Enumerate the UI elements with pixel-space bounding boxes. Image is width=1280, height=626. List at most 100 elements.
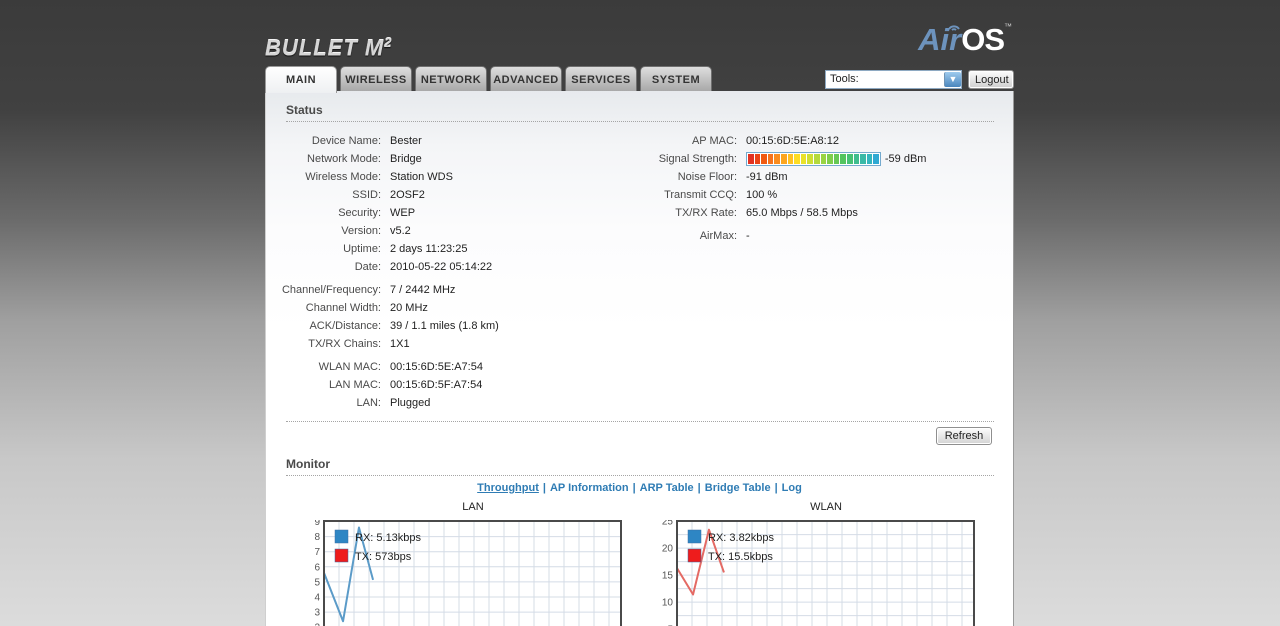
y-axis-tick: 9 <box>314 520 320 528</box>
status-fields: Device Name: Bester Network Mode: Bridge Wir… <box>266 132 1013 417</box>
signal-bar-segment <box>873 154 879 165</box>
status-row: WLAN MAC: 00:15:6D:5E:A7:54 <box>266 358 641 376</box>
status-section-title: Status <box>286 103 323 117</box>
field-value: 20 MHz <box>390 302 428 314</box>
field-value: 2 days 11:23:25 <box>390 243 468 255</box>
field-value: Plugged <box>390 397 431 409</box>
status-separator <box>286 121 994 122</box>
status-left-column: Device Name: Bester Network Mode: Bridge Wir… <box>266 132 641 417</box>
signal-bar-segment <box>800 154 807 165</box>
status-row: TX/RX Chains: 1X1 <box>266 335 641 353</box>
y-axis-tick: 10 <box>662 598 674 609</box>
field-group: Channel/Frequency: 7 / 2442 MHz Channel Wi… <box>266 281 641 353</box>
field-label: Version: <box>341 225 381 237</box>
field-value: 2010-05-22 05:14:22 <box>390 261 493 273</box>
field-label: Transmit CCQ: <box>664 189 737 201</box>
status-row: AP MAC: 00:15:6D:5E:A8:12 <box>641 132 1013 150</box>
field-label: ACK/Distance: <box>309 320 381 332</box>
link-separator: | <box>542 482 546 494</box>
field-label: LAN MAC: <box>329 379 381 391</box>
tab-network[interactable]: NETWORK <box>415 66 487 92</box>
status-row: Channel/Frequency: 7 / 2442 MHz <box>266 281 641 299</box>
status-row: Version: v5.2 <box>266 222 641 240</box>
tab-main[interactable]: MAIN <box>265 66 337 93</box>
chart-lan: LAN98765432RX: 5.13kbpsTX: 573bps <box>299 500 623 626</box>
field-value: 00:15:6D:5E:A7:54 <box>390 361 483 373</box>
y-axis-tick: 3 <box>314 608 320 619</box>
toolbar: Tools: ▼ Logout <box>825 70 1014 89</box>
tab-services[interactable]: SERVICES <box>565 66 637 92</box>
legend-swatch <box>334 529 349 544</box>
legend-swatch <box>687 529 702 544</box>
field-group: AP MAC: 00:15:6D:5E:A8:12 Signal Strength:… <box>641 132 1013 222</box>
field-label: Uptime: <box>343 243 381 255</box>
field-value: 7 / 2442 MHz <box>390 284 456 296</box>
status-row: LAN MAC: 00:15:6D:5F:A7:54 <box>266 376 641 394</box>
chevron-down-icon[interactable]: ▼ <box>944 72 961 87</box>
link-separator: | <box>774 482 778 494</box>
tab-system[interactable]: SYSTEM <box>640 66 712 92</box>
monitor-link-arp-table[interactable]: ARP Table <box>640 482 694 494</box>
status-row: AirMax: - <box>641 227 1013 245</box>
y-axis-tick: 5 <box>314 577 320 588</box>
tools-dropdown[interactable]: Tools: ▼ <box>825 70 962 89</box>
status-row: SSID: 2OSF2 <box>266 186 641 204</box>
y-axis-tick: 15 <box>662 571 674 582</box>
signal-bar-segment <box>846 154 853 165</box>
refresh-button[interactable]: Refresh <box>936 427 992 445</box>
status-row: Network Mode: Bridge <box>266 150 641 168</box>
field-label: AP MAC: <box>691 135 737 147</box>
signal-strength-indicator: -59 dBm <box>746 150 926 168</box>
logout-button[interactable]: Logout <box>968 70 1014 89</box>
airos-trademark: ™ <box>1004 22 1012 31</box>
y-axis-tick: 6 <box>314 562 320 573</box>
signal-bar-segment <box>787 154 794 165</box>
monitor-link-throughput[interactable]: Throughput <box>477 482 539 494</box>
field-label: LAN: <box>356 397 381 409</box>
monitor-link-ap-information[interactable]: AP Information <box>550 482 629 494</box>
legend-label: TX: 15.5kbps <box>708 551 773 563</box>
legend-swatch <box>334 548 349 563</box>
signal-bar-segment <box>860 154 866 165</box>
field-label: TX/RX Rate: <box>675 207 737 219</box>
status-row: Uptime: 2 days 11:23:25 <box>266 240 641 258</box>
signal-bar-segment <box>780 154 787 165</box>
field-label: WLAN MAC: <box>318 361 381 373</box>
field-value: WEP <box>390 207 416 219</box>
field-group: Device Name: Bester Network Mode: Bridge Wir… <box>266 132 641 276</box>
field-value: -91 dBm <box>746 171 788 183</box>
signal-bar-segment <box>774 154 780 165</box>
monitor-link-bridge-table[interactable]: Bridge Table <box>705 482 771 494</box>
field-value: - <box>746 230 750 242</box>
signal-bar-segment <box>820 154 827 165</box>
field-label: TX/RX Chains: <box>308 338 381 350</box>
link-separator: | <box>697 482 701 494</box>
signal-bar-segment <box>767 154 774 165</box>
status-right-column: AP MAC: 00:15:6D:5E:A8:12 Signal Strength:… <box>641 132 1013 417</box>
tab-advanced[interactable]: ADVANCED <box>490 66 562 92</box>
chart-title: WLAN <box>810 501 842 513</box>
monitor-separator <box>286 475 994 476</box>
field-label: Noise Floor: <box>677 171 737 183</box>
status-row: LAN: Plugged <box>266 394 641 412</box>
field-group: WLAN MAC: 00:15:6D:5E:A7:54 LAN MAC: 00:15:… <box>266 358 641 412</box>
status-row: Transmit CCQ: 100 % <box>641 186 1013 204</box>
signal-bar-segment <box>761 154 767 165</box>
field-label: SSID: <box>352 189 381 201</box>
monitor-links: Throughput | AP Information | ARP Table | Brid… <box>266 482 1013 494</box>
y-axis-tick: 20 <box>662 544 674 555</box>
tab-wireless[interactable]: WIRELESS <box>340 66 412 92</box>
field-label: Date: <box>354 261 381 273</box>
chart-plot-area: 252015105RX: 3.82kbpsTX: 15.5kbps <box>662 520 975 626</box>
monitor-link-log[interactable]: Log <box>782 482 802 494</box>
legend-label: RX: 3.82kbps <box>708 532 775 544</box>
tab-bar: MAIN WIRELESS NETWORK ADVANCED SERVICES SYSTE… <box>265 66 715 93</box>
field-value: 100 % <box>746 189 778 201</box>
y-axis-tick: 8 <box>314 532 320 543</box>
legend-label: RX: 5.13kbps <box>355 532 422 544</box>
throughput-charts: LAN98765432RX: 5.13kbpsTX: 573bpsWLAN252… <box>299 500 1013 626</box>
content-panel: Status Device Name: Bester Network Mode: Br… <box>265 91 1014 626</box>
status-row: Noise Floor: -91 dBm <box>641 168 1013 186</box>
field-value: 39 / 1.1 miles (1.8 km) <box>390 320 499 332</box>
field-label: Security: <box>338 207 381 219</box>
